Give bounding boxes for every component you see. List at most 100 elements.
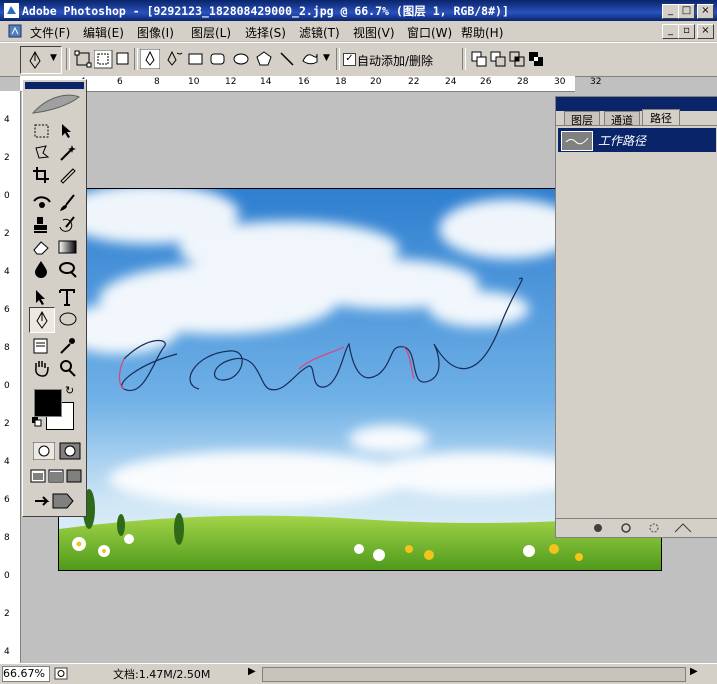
add-to-path-icon[interactable] (470, 50, 490, 70)
stroke-path-icon[interactable] (620, 522, 632, 534)
default-colors-icon[interactable] (32, 417, 42, 427)
make-work-path-icon[interactable] (673, 522, 693, 534)
healing-brush-icon[interactable] (31, 193, 53, 213)
gradient-tool-icon[interactable] (57, 237, 79, 257)
line-shape-icon[interactable] (277, 49, 297, 69)
foreground-color-swatch[interactable] (34, 389, 62, 417)
pen-option-icon[interactable] (140, 49, 160, 69)
status-info-icon[interactable] (54, 667, 68, 680)
intersect-path-icon[interactable] (508, 50, 528, 70)
minimize-button[interactable]: _ (662, 4, 679, 19)
menu-view[interactable]: 视图(V) (353, 24, 395, 41)
ellipse-tool-icon[interactable] (57, 309, 79, 329)
layers-channels-paths-panel: 图层 通道 路径 工作路径 (555, 96, 717, 538)
marquee-tool-icon[interactable] (31, 121, 53, 141)
chevron-down-icon[interactable]: ▼ (323, 53, 330, 63)
toolbox-title-bar[interactable] (25, 82, 84, 89)
panel-title-bar[interactable] (556, 97, 717, 111)
crop-tool-icon[interactable] (31, 165, 53, 185)
path-thumbnail-icon (565, 137, 589, 145)
fill-pixels-icon[interactable] (114, 50, 134, 70)
path-name: 工作路径 (598, 134, 647, 148)
window-title: Adobe Photoshop - [9292123_182808429000_… (22, 4, 509, 18)
status-menu-arrow-icon[interactable]: ▶ (248, 666, 256, 677)
clone-stamp-icon[interactable] (31, 215, 53, 235)
type-tool-icon[interactable] (57, 287, 79, 307)
notes-tool-icon[interactable] (31, 336, 53, 356)
jump-to-imageready-icon[interactable] (33, 492, 77, 510)
menu-window[interactable]: 窗口(W) (407, 24, 452, 41)
freeform-pen-icon[interactable] (164, 49, 184, 69)
quick-mask-icon[interactable] (59, 442, 81, 460)
menu-bar: 文件(F) 编辑(E) 图像(I) 图层(L) 选择(S) 滤镜(T) 视图(V… (0, 21, 717, 41)
dodge-tool-icon[interactable] (57, 259, 79, 279)
eraser-tool-icon[interactable] (31, 237, 53, 257)
polygon-shape-icon[interactable] (254, 49, 274, 69)
title-bar: Adobe Photoshop - [9292123_182808429000_… (0, 0, 717, 21)
exclude-overlap-icon[interactable] (527, 50, 547, 70)
lasso-tool-icon[interactable] (31, 143, 53, 163)
close-button[interactable]: × (697, 4, 714, 19)
brush-tool-icon[interactable] (57, 193, 79, 213)
tab-layers[interactable]: 图层 (564, 111, 600, 127)
panel-footer (556, 518, 717, 537)
menu-edit[interactable]: 编辑(E) (83, 24, 124, 41)
feather-logo-icon[interactable] (29, 91, 81, 117)
shape-layers-icon[interactable] (74, 50, 94, 70)
blur-tool-icon[interactable] (31, 259, 53, 279)
photoshop-app-icon (4, 3, 19, 18)
move-tool-icon[interactable] (57, 121, 79, 141)
magic-wand-icon[interactable] (57, 143, 79, 163)
document-size: 文档:1.47M/2.50M (113, 668, 211, 681)
screen-mode-full-menu-icon[interactable] (48, 469, 64, 483)
pen-tool-icon (29, 50, 41, 69)
menu-filter[interactable]: 滤镜(T) (299, 24, 340, 41)
fill-path-icon[interactable] (592, 522, 604, 534)
path-thumbnail (561, 131, 593, 151)
tab-channels[interactable]: 通道 (604, 111, 640, 127)
doc-minimize-button[interactable]: _ (662, 24, 679, 39)
menu-help[interactable]: 帮助(H) (461, 24, 503, 41)
auto-add-delete-label: 自动添加/删除 (357, 54, 434, 68)
menu-select[interactable]: 选择(S) (245, 24, 286, 41)
history-brush-icon[interactable] (57, 215, 79, 235)
scroll-right-arrow-icon[interactable]: ▶ (690, 666, 698, 677)
zoom-tool-icon[interactable] (57, 358, 79, 378)
eyedropper-tool-icon[interactable] (57, 336, 79, 356)
options-bar: ▼ ▼ ✓ 自动添加/删除 (0, 42, 717, 77)
screen-mode-full-icon[interactable] (66, 469, 82, 483)
zoom-level-field[interactable]: 66.67% (2, 666, 50, 682)
load-path-selection-icon[interactable] (648, 522, 660, 534)
maximize-button[interactable]: □ (678, 4, 695, 19)
menu-file[interactable]: 文件(F) (30, 24, 70, 41)
menu-layer[interactable]: 图层(L) (191, 24, 231, 41)
paths-mode-icon[interactable] (94, 50, 114, 70)
pen-tool-button[interactable] (29, 307, 55, 333)
auto-add-delete-checkbox[interactable]: ✓ (343, 53, 356, 66)
menu-image[interactable]: 图像(I) (137, 24, 174, 41)
path-selection-icon[interactable] (31, 287, 53, 307)
ellipse-shape-icon[interactable] (231, 49, 251, 69)
screen-mode-standard-icon[interactable] (30, 469, 46, 483)
ruler-horizontal[interactable]: 4 6 8 10 12 14 16 18 20 22 24 26 28 30 3… (20, 76, 601, 92)
standard-mode-icon[interactable] (33, 442, 55, 460)
custom-shape-icon[interactable] (300, 49, 320, 69)
path-row-work-path[interactable]: 工作路径 (558, 128, 716, 152)
document-icon (8, 24, 22, 38)
tool-preset-picker[interactable]: ▼ (20, 46, 62, 74)
rounded-rectangle-icon[interactable] (208, 49, 228, 69)
ruler-vertical[interactable]: 4 2 0 2 4 6 8 0 2 4 6 8 0 2 4 (0, 91, 21, 663)
paths-list: 工作路径 (556, 125, 717, 536)
swap-colors-icon[interactable]: ↻ (65, 384, 74, 397)
doc-close-button[interactable]: × (697, 24, 714, 39)
horizontal-scrollbar[interactable] (262, 667, 686, 682)
rectangle-shape-icon[interactable] (186, 49, 206, 69)
slice-tool-icon[interactable] (57, 165, 79, 185)
hand-tool-icon[interactable] (31, 358, 53, 378)
tab-paths[interactable]: 路径 (642, 109, 680, 126)
doc-restore-button[interactable]: ▫ (678, 24, 695, 39)
status-bar: 66.67% 文档:1.47M/2.50M ▶ ▶ (0, 663, 717, 684)
subtract-from-path-icon[interactable] (489, 50, 509, 70)
toolbox: ↻ (22, 79, 87, 517)
pen-tool-icon (36, 310, 48, 329)
